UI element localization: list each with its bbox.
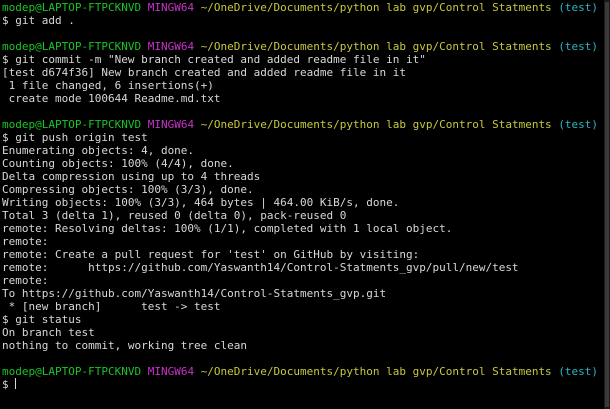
input-line[interactable]: $ [2,378,604,391]
prompt-shell: MINGW64 [147,365,195,378]
output-line: Delta compression using up to 4 threads [2,170,261,183]
command-text: git status [15,313,82,326]
output-line: To https://github.com/Yaswanth14/Control… [2,287,387,300]
prompt-user-host: modep@LAPTOP-FTPCKNVD [2,365,142,378]
output-line: Enumerating objects: 4, done. [2,144,195,157]
terminal-window[interactable]: modep@LAPTOP-FTPCKNVD MINGW64 ~/OneDrive… [0,0,604,409]
prompt-user-host: modep@LAPTOP-FTPCKNVD [2,118,142,131]
output-line: remote: https://github.com/Yaswanth14/Co… [2,261,519,274]
output-line: * [new branch] test -> test [2,300,221,313]
command-line: $ git push origin test [2,131,604,144]
prompt-path: ~/OneDrive/Documents/python lab gvp/Cont… [200,40,552,53]
command-text: git commit -m "New branch created and ad… [15,53,426,66]
output-line: remote: [2,235,49,248]
prompt-line: modep@LAPTOP-FTPCKNVD MINGW64 ~/OneDrive… [2,365,604,378]
prompt-shell: MINGW64 [147,1,195,14]
text-cursor[interactable] [15,378,17,389]
prompt-line: modep@LAPTOP-FTPCKNVD MINGW64 ~/OneDrive… [2,40,604,53]
command-line: $ git status [2,313,604,326]
scrollbar-thumb[interactable] [605,2,609,407]
output-line: On branch test [2,326,95,339]
prompt-shell: MINGW64 [147,40,195,53]
output-line: Writing objects: 100% (3/3), 464 bytes |… [2,196,400,209]
output-line: remote: Resolving deltas: 100% (1/1), co… [2,222,453,235]
prompt-branch: (test) [558,365,599,378]
prompt-symbol: $ [2,53,9,66]
output-line: Total 3 (delta 1), reused 0 (delta 0), p… [2,209,347,222]
prompt-user-host: modep@LAPTOP-FTPCKNVD [2,1,142,14]
output-line: 1 file changed, 6 insertions(+) [2,79,214,92]
prompt-symbol: $ [2,14,9,27]
scrollbar[interactable] [604,0,610,409]
command-line: $ git commit -m "New branch created and … [2,53,604,66]
prompt-symbol: $ [2,313,9,326]
prompt-branch: (test) [558,40,599,53]
prompt-user-host: modep@LAPTOP-FTPCKNVD [2,40,142,53]
prompt-branch: (test) [558,118,599,131]
output-line: Compressing objects: 100% (3/3), done. [2,183,254,196]
prompt-path: ~/OneDrive/Documents/python lab gvp/Cont… [200,118,552,131]
prompt-path: ~/OneDrive/Documents/python lab gvp/Cont… [200,1,552,14]
output-line: create mode 100644 Readme.md.txt [2,92,221,105]
output-line: nothing to commit, working tree clean [2,339,248,352]
command-text: git push origin test [15,131,148,144]
command-text: git add . [15,14,75,27]
output-line: [test d674f36] New branch created and ad… [2,66,406,79]
prompt-shell: MINGW64 [147,118,195,131]
command-line: $ git add . [2,14,604,27]
prompt-symbol: $ [2,378,9,391]
prompt-symbol: $ [2,131,9,144]
prompt-line: modep@LAPTOP-FTPCKNVD MINGW64 ~/OneDrive… [2,1,604,14]
output-line: Counting objects: 100% (4/4), done. [2,157,234,170]
output-line: remote: [2,274,49,287]
output-line: remote: Create a pull request for 'test'… [2,248,420,261]
prompt-path: ~/OneDrive/Documents/python lab gvp/Cont… [200,365,552,378]
prompt-line: modep@LAPTOP-FTPCKNVD MINGW64 ~/OneDrive… [2,118,604,131]
prompt-branch: (test) [558,1,599,14]
